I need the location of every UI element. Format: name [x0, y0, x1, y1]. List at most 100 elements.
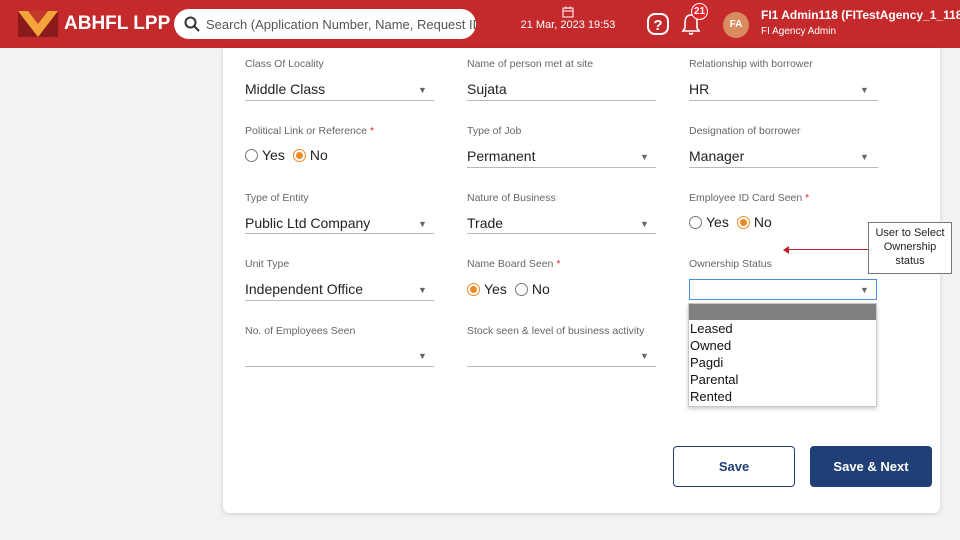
field-label: Type of Job — [467, 125, 522, 137]
name-board-yes-radio[interactable]: Yes — [467, 281, 507, 297]
field-underline — [467, 366, 656, 367]
name-board-no-radio[interactable]: No — [514, 281, 550, 297]
dropdown-option-leased[interactable]: Leased — [689, 320, 876, 337]
name-board-seen-field: Name Board Seen * — [467, 258, 560, 270]
political-link-field: Political Link or Reference * — [245, 125, 374, 137]
date-display: 21 Mar, 2023 19:53 — [508, 6, 628, 31]
radio-selected-icon — [467, 282, 480, 296]
class-of-locality-value[interactable]: Middle Class — [245, 81, 325, 97]
field-underline — [467, 233, 656, 234]
ownership-status-select[interactable] — [689, 279, 877, 300]
chevron-down-icon[interactable]: ▼ — [860, 285, 869, 295]
search-input[interactable] — [206, 16, 476, 32]
radio-selected-icon — [736, 215, 750, 229]
type-of-entity-field[interactable]: Type of Entity — [245, 192, 309, 204]
field-underline — [467, 167, 656, 168]
field-label: Relationship with borrower — [689, 58, 813, 70]
user-role: FI Agency Admin — [761, 26, 837, 37]
callout-note: User to Select Ownership status — [868, 222, 952, 274]
chevron-down-icon[interactable]: ▼ — [640, 152, 649, 162]
chevron-down-icon[interactable]: ▼ — [640, 351, 649, 361]
date-text: 21 Mar, 2023 19:53 — [520, 19, 616, 31]
radio-unselected-icon — [245, 148, 258, 162]
field-label: Designation of borrower — [689, 125, 801, 137]
employee-id-radio-group: Yes No — [689, 214, 780, 230]
field-underline — [689, 100, 878, 101]
employee-id-no-radio[interactable]: No — [736, 214, 772, 230]
employee-id-yes-radio[interactable]: Yes — [689, 214, 729, 230]
calendar-icon — [562, 6, 574, 18]
field-underline — [245, 100, 434, 101]
search-bar[interactable] — [174, 9, 476, 39]
type-of-job-value[interactable]: Permanent — [467, 148, 535, 164]
field-underline — [245, 233, 434, 234]
dropdown-option-parental[interactable]: Parental — [689, 371, 876, 388]
ownership-status-dropdown: Leased Owned Pagdi Parental Rented — [688, 303, 877, 407]
abhfl-logo-icon[interactable] — [18, 11, 58, 37]
save-button[interactable]: Save — [673, 446, 795, 487]
name-board-radio-group: Yes No — [467, 281, 558, 297]
dropdown-option-owned[interactable]: Owned — [689, 337, 876, 354]
relationship-value[interactable]: HR — [689, 81, 709, 97]
type-of-job-field[interactable]: Type of Job — [467, 125, 521, 137]
search-icon — [184, 16, 200, 32]
field-label: Name of person met at site — [467, 58, 594, 70]
political-link-no-radio[interactable]: No — [292, 147, 328, 163]
type-of-entity-value[interactable]: Public Ltd Company — [245, 215, 370, 231]
person-met-field[interactable]: Name of person met at site — [467, 58, 593, 70]
stock-seen-field[interactable]: Stock seen & level of business activity — [467, 325, 644, 337]
avatar[interactable]: FA — [723, 12, 749, 38]
callout-arrow — [787, 249, 868, 250]
political-link-yes-radio[interactable]: Yes — [245, 147, 285, 163]
top-header-bar: ABHFL LPP 21 Mar, 2023 19:53 ? 21 FA FI1… — [0, 0, 960, 48]
dropdown-option-pagdi[interactable]: Pagdi — [689, 354, 876, 371]
chevron-down-icon[interactable]: ▼ — [418, 85, 427, 95]
political-link-radio-group: Yes No — [245, 147, 336, 163]
unit-type-field[interactable]: Unit Type — [245, 258, 289, 270]
ownership-status-field: Ownership Status — [689, 258, 772, 270]
unit-type-value[interactable]: Independent Office — [245, 281, 363, 297]
employees-seen-field[interactable]: No. of Employees Seen — [245, 325, 355, 337]
field-underline — [245, 300, 434, 301]
arrowhead-icon — [783, 246, 789, 254]
svg-text:?: ? — [653, 17, 662, 34]
field-label: Ownership Status — [689, 258, 772, 270]
field-label: Unit Type — [245, 258, 290, 270]
field-label: Name Board Seen * — [467, 258, 561, 270]
field-label: Class Of Locality — [245, 58, 324, 70]
designation-value[interactable]: Manager — [689, 148, 744, 164]
required-marker: * — [805, 192, 810, 204]
user-name[interactable]: FI1 Admin118 (FITestAgency_1_118_Use — [761, 8, 960, 22]
relationship-field[interactable]: Relationship with borrower — [689, 58, 813, 70]
radio-unselected-icon — [514, 282, 528, 296]
field-label: No. of Employees Seen — [245, 325, 356, 337]
chevron-down-icon[interactable]: ▼ — [860, 85, 869, 95]
dropdown-option-rented[interactable]: Rented — [689, 388, 876, 405]
field-label: Type of Entity — [245, 192, 309, 204]
dropdown-option-blank[interactable] — [689, 304, 876, 320]
required-marker: * — [369, 125, 374, 137]
field-label: Employee ID Card Seen * — [689, 192, 810, 204]
chevron-down-icon[interactable]: ▼ — [418, 351, 427, 361]
chevron-down-icon[interactable]: ▼ — [418, 219, 427, 229]
field-underline — [689, 167, 878, 168]
nature-of-business-field[interactable]: Nature of Business — [467, 192, 556, 204]
chevron-down-icon[interactable]: ▼ — [418, 285, 427, 295]
brand-title[interactable]: ABHFL LPP — [64, 13, 170, 35]
designation-field[interactable]: Designation of borrower — [689, 125, 800, 137]
chevron-down-icon[interactable]: ▼ — [640, 219, 649, 229]
help-icon[interactable]: ? — [645, 11, 671, 37]
field-label: Nature of Business — [467, 192, 556, 204]
save-next-button[interactable]: Save & Next — [810, 446, 932, 487]
radio-selected-icon — [292, 148, 306, 162]
nature-of-business-value[interactable]: Trade — [467, 215, 503, 231]
chevron-down-icon[interactable]: ▼ — [860, 152, 869, 162]
person-met-input[interactable]: Sujata — [467, 81, 507, 97]
notification-badge[interactable]: 21 — [691, 3, 708, 20]
required-marker: * — [556, 258, 561, 270]
class-of-locality-field[interactable]: Class Of Locality — [245, 58, 324, 70]
field-label: Stock seen & level of business activity — [467, 325, 645, 337]
field-label: Political Link or Reference * — [245, 125, 374, 137]
field-underline — [245, 366, 434, 367]
radio-unselected-icon — [689, 215, 702, 229]
